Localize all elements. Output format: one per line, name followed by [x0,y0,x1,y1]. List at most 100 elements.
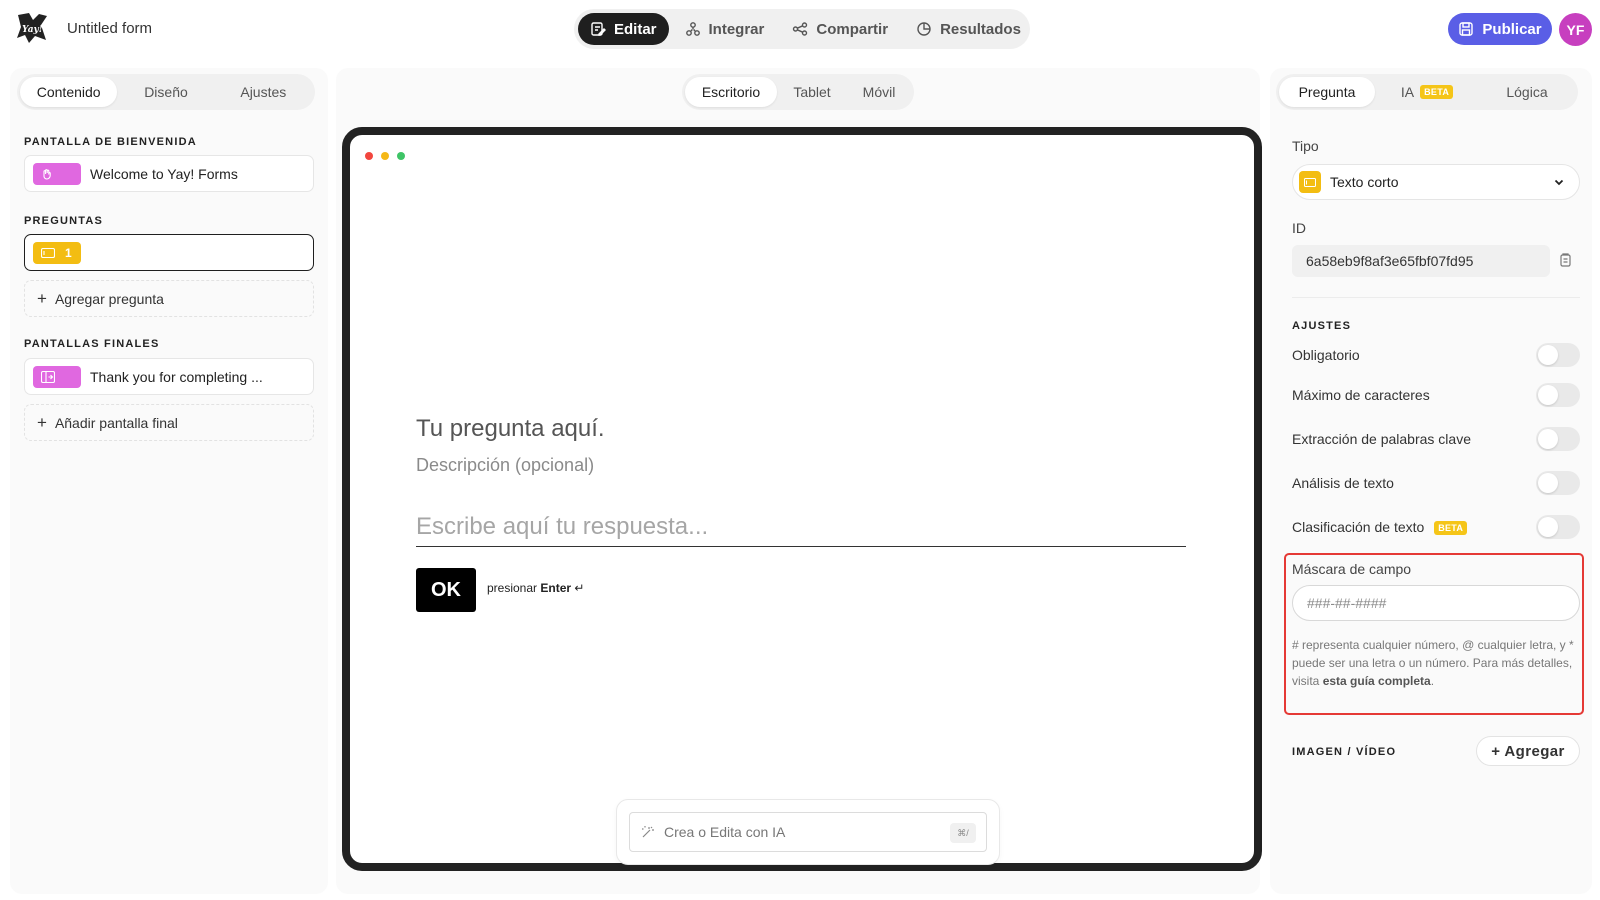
welcome-screen-item[interactable]: Welcome to Yay! Forms [24,155,314,192]
tab-ia[interactable]: IA BETA [1375,77,1479,107]
tab-editar[interactable]: Editar [578,13,669,45]
save-icon [1459,22,1474,36]
share-icon [793,22,808,36]
guide-link[interactable]: esta guía completa [1323,674,1431,688]
plus-icon: + [37,412,47,432]
ending-screen-item[interactable]: Thank you for completing ... [24,358,314,395]
tab-resultados[interactable]: Resultados [904,13,1033,45]
field-mask-highlight [1284,553,1584,715]
tab-editar-label: Editar [614,20,657,38]
ai-prompt-box: Crea o Edita con IA ⌘/ [616,799,1000,865]
tab-movil[interactable]: Móvil [847,77,911,107]
window-maximize-dot [397,152,405,160]
keyword-extraction-label: Extracción de palabras clave [1292,431,1471,447]
add-ending-label: Añadir pantalla final [54,414,178,431]
hand-wave-icon [43,168,51,180]
top-bar: Yay! Untitled form Editar Integrar Compa… [0,0,1600,60]
tab-compartir-label: Compartir [816,20,889,38]
tab-resultados-label: Resultados [940,20,1021,38]
enter-hint-prefix: presionar [487,581,538,595]
settings-heading: AJUSTES [1292,320,1352,332]
divider [1292,297,1580,298]
publish-button[interactable]: Publicar [1448,13,1552,45]
field-mask-label: Máscara de campo [1292,561,1412,577]
beta-badge: BETA [1420,85,1454,99]
right-panel-tabs: Pregunta IA BETA Lógica [1276,74,1578,110]
keyword-extraction-toggle[interactable] [1536,427,1580,451]
yay-logo-icon[interactable]: Yay! [15,11,49,45]
text-classification-toggle[interactable] [1536,515,1580,539]
answer-input[interactable] [416,507,1186,547]
tab-pregunta[interactable]: Pregunta [1279,77,1375,107]
required-toggle[interactable] [1536,343,1580,367]
type-label: Tipo [1292,138,1319,154]
help-period: . [1430,674,1435,688]
add-ending-button[interactable]: + Añadir pantalla final [24,404,314,441]
main-mode-tabs: Editar Integrar Compartir Resultados [574,9,1030,49]
tab-integrar[interactable]: Integrar [673,13,777,45]
ai-prompt-placeholder: Crea o Edita con IA [664,824,786,840]
max-chars-label: Máximo de caracteres [1292,387,1430,403]
avatar[interactable]: YF [1559,13,1592,46]
add-question-label: Agregar pregunta [54,290,164,307]
question-type-select[interactable]: Texto corto [1292,164,1580,200]
text-analysis-label: Análisis de texto [1292,475,1394,491]
short-text-icon [41,247,55,258]
enter-arrow-icon: ↵ [574,581,585,595]
magic-wand-icon [642,826,654,838]
question-chip: 1 [33,241,81,264]
endings-section-heading: PANTALLAS FINALES [24,338,160,350]
media-heading: IMAGEN / VÍDEO [1292,746,1397,758]
window-minimize-dot [381,152,389,160]
short-text-type-icon [1299,171,1321,193]
welcome-item-label: Welcome to Yay! Forms [90,165,238,182]
questions-section-heading: PREGUNTAS [24,215,104,227]
field-mask-input[interactable] [1292,585,1580,621]
integrate-icon [685,22,700,36]
question-id-field[interactable]: 6a58eb9f8af3e65fbf07fd95 [1292,245,1550,277]
enter-hint: presionar Enter ↵ [487,581,584,595]
type-value: Texto corto [1330,174,1399,190]
chevron-down-icon [1554,179,1564,186]
device-tabs: Escritorio Tablet Móvil [682,74,914,110]
tab-diseno[interactable]: Diseño [117,77,214,107]
tab-contenido[interactable]: Contenido [20,77,118,107]
publish-label: Publicar [1482,20,1542,38]
window-close-dot [365,152,373,160]
copy-icon[interactable] [1557,252,1573,268]
text-classification-row: Clasificación de texto BETA [1292,519,1468,536]
question-description[interactable]: Descripción (opcional) [416,455,594,476]
question-title[interactable]: Tu pregunta aquí. [416,415,605,443]
id-label: ID [1292,220,1306,236]
results-icon [917,22,931,36]
question-item-1[interactable]: 1 [24,234,314,271]
text-analysis-toggle[interactable] [1536,471,1580,495]
ok-button[interactable]: OK [416,568,476,612]
tab-tablet[interactable]: Tablet [777,77,847,107]
shortcut-hint: ⌘/ [950,823,976,843]
tab-compartir[interactable]: Compartir [780,13,900,45]
welcome-section-heading: PANTALLA DE BIENVENIDA [24,136,197,148]
text-classification-label: Clasificación de texto [1292,519,1425,535]
tab-ajustes[interactable]: Ajustes [215,77,312,107]
required-label: Obligatorio [1292,347,1360,363]
add-question-button[interactable]: + Agregar pregunta [24,280,314,317]
enter-key-label: Enter [540,581,572,595]
content-sidebar: Contenido Diseño Ajustes PANTALLA DE BIE… [10,68,328,894]
edit-icon [591,22,606,36]
form-title[interactable]: Untitled form [67,20,152,37]
desktop-preview-frame: Tu pregunta aquí. Descripción (opcional)… [342,127,1262,871]
tab-integrar-label: Integrar [708,20,765,38]
tab-ia-label: IA [1400,84,1415,100]
add-media-button[interactable]: + Agregar [1476,736,1580,766]
max-chars-toggle[interactable] [1536,383,1580,407]
tab-logica[interactable]: Lógica [1479,77,1575,107]
ai-prompt-input[interactable]: Crea o Edita con IA ⌘/ [629,812,987,852]
ending-item-label: Thank you for completing ... [90,368,263,385]
left-panel-tabs: Contenido Diseño Ajustes [17,74,315,110]
welcome-chip [33,162,81,185]
beta-badge: BETA [1434,521,1468,536]
question-number: 1 [65,245,72,260]
tab-escritorio[interactable]: Escritorio [685,77,777,107]
exit-screen-icon [41,370,55,383]
